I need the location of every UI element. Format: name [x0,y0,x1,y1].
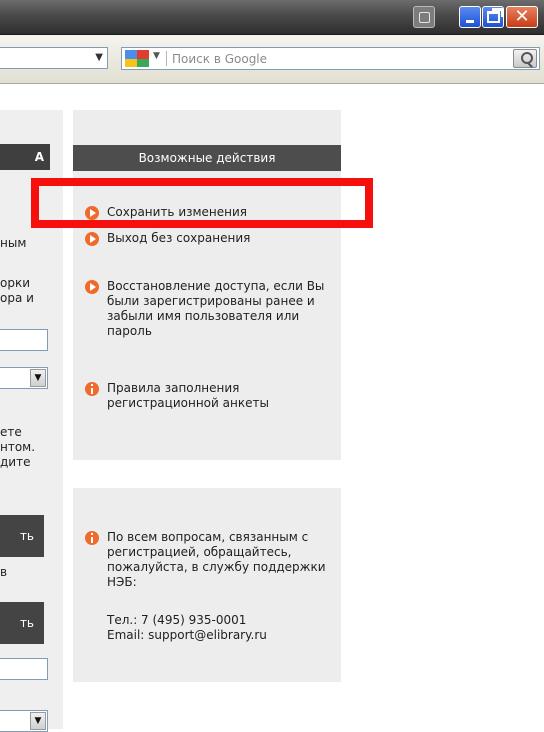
form-input-field[interactable] [0,658,48,680]
minimize-button[interactable] [459,6,481,28]
form-text-fragment: орки [0,276,31,290]
support-panel: По всем вопросам, связанным с регистраци… [73,488,341,682]
form-submit-button[interactable]: ть [0,515,44,557]
form-text-fragment: дите [0,455,31,469]
browser-toolbar: ▼ ▼ [0,35,544,84]
form-select[interactable]: ▼ [0,367,48,389]
app-tray-button[interactable] [413,6,435,28]
support-email[interactable]: Email: support@elibrary.ru [107,628,339,643]
search-input[interactable] [172,49,492,68]
registration-form-panel: А ным орки ора и ▼ ете нтом. дите ть в т… [0,110,63,732]
actions-panel: Возможные действия Сохранить изменения В… [73,110,341,460]
minimize-icon [466,19,474,23]
form-text-fragment: нтом. [0,440,36,454]
google-search-box: ▼ [121,47,540,70]
google-logo-icon[interactable] [125,50,149,67]
actions-header: Возможные действия [73,145,341,171]
form-header: А [0,144,50,170]
play-icon [85,232,99,246]
search-separator [166,51,167,66]
restore-icon [486,8,503,23]
chevron-down-icon[interactable]: ▼ [95,52,103,63]
page-right-margin [528,84,544,729]
form-text-fragment: в [0,565,8,579]
action-label[interactable]: Сохранить изменения [107,205,339,220]
window-icon [418,11,430,23]
address-bar[interactable]: ▼ [0,47,108,69]
column-gap [63,110,73,729]
search-engine-dropdown-icon[interactable]: ▼ [153,51,160,61]
form-text-fragment: ете [0,425,22,439]
info-icon [85,382,99,396]
chevron-down-icon[interactable]: ▼ [30,712,46,730]
search-button[interactable] [513,49,537,68]
play-icon [85,206,99,220]
action-label[interactable]: Выход без сохранения [107,231,339,246]
window-title-bar: ✕ [0,0,544,35]
form-input-field[interactable] [0,329,48,351]
info-icon [85,531,99,545]
form-action-button[interactable]: ть [0,602,44,644]
support-text: По всем вопросам, связанным с регистраци… [107,530,326,589]
action-label[interactable]: Правила заполнения регистрационной анкет… [107,381,339,411]
form-text-fragment: ора и [0,291,34,305]
magnifier-icon [521,52,533,64]
restore-button[interactable] [482,6,504,28]
close-icon: ✕ [514,6,530,27]
close-button[interactable]: ✕ [506,6,538,28]
support-phone: Тел.: 7 (495) 935-0001 [107,613,247,627]
chevron-down-icon[interactable]: ▼ [30,369,46,387]
play-icon [85,280,99,294]
action-label[interactable]: Восстановление доступа, если Вы были зар… [107,279,339,339]
form-text-fragment: ным [0,236,27,250]
